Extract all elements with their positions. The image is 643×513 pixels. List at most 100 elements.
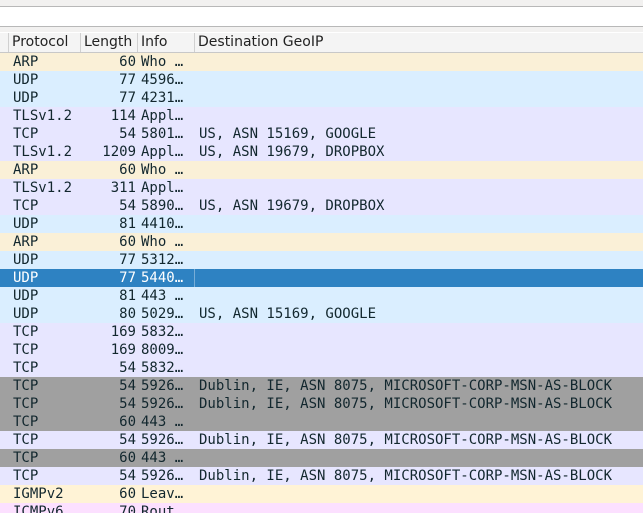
packet-row[interactable]: TCP 54 5926… Dublin, IE, ASN 8075, MICROSOF…	[0, 467, 643, 485]
packet-row[interactable]: UDP 77 5312…	[0, 251, 643, 269]
packet-row[interactable]: TCP 54 5926… Dublin, IE, ASN 8075, MICROSOF…	[0, 431, 643, 449]
packet-row-selected[interactable]: UDP 77 5440…	[0, 269, 643, 287]
packet-destination-geoip	[199, 503, 643, 513]
column-header-length[interactable]: Length	[81, 33, 138, 52]
packet-info: 5832…	[141, 324, 184, 340]
packet-row[interactable]: TCP 60 443 …	[0, 449, 643, 467]
packet-destination-geoip	[199, 71, 643, 89]
packet-row[interactable]: UDP 81 443 …	[0, 287, 643, 305]
packet-destination-geoip	[199, 287, 643, 305]
packet-protocol: UDP	[13, 216, 39, 232]
packet-row[interactable]: UDP 81 4410…	[0, 215, 643, 233]
packet-list-header: Protocol Length Info Destination GeoIP	[0, 33, 643, 53]
packet-length: 311	[110, 180, 136, 196]
packet-protocol: TCP	[13, 468, 39, 484]
packet-protocol: TCP	[13, 378, 39, 394]
packet-protocol: TCP	[13, 324, 39, 340]
packet-length: 54	[119, 468, 136, 484]
column-header-stub[interactable]	[0, 33, 9, 52]
packet-row[interactable]: TCP 54 5926… Dublin, IE, ASN 8075, MICROSOF…	[0, 395, 643, 413]
column-header-protocol[interactable]: Protocol	[9, 33, 81, 52]
packet-protocol: UDP	[13, 72, 39, 88]
packet-row[interactable]: ARP 60 Who …	[0, 53, 643, 71]
packet-destination-geoip	[199, 323, 643, 341]
packet-row[interactable]: ICMPv6 70 Rout…	[0, 503, 643, 513]
packet-row[interactable]: TLSv1.2 311 Appl…	[0, 179, 643, 197]
packet-destination-geoip	[199, 413, 643, 431]
packet-length: 81	[119, 288, 136, 304]
packet-info: 4410…	[141, 216, 184, 232]
packet-row[interactable]: TCP 169 8009…	[0, 341, 643, 359]
packet-destination-geoip: Dublin, IE, ASN 8075, MICROSOFT-CORP-MSN…	[199, 378, 613, 394]
packet-protocol: TCP	[13, 432, 39, 448]
packet-protocol: UDP	[13, 306, 39, 322]
packet-row[interactable]: IGMPv2 60 Leav…	[0, 485, 643, 503]
packet-length: 54	[119, 198, 136, 214]
packet-info: 5440…	[141, 270, 184, 286]
packet-length: 60	[119, 162, 136, 178]
packet-length: 54	[119, 432, 136, 448]
packet-destination-geoip: Dublin, IE, ASN 8075, MICROSOFT-CORP-MSN…	[199, 432, 613, 448]
packet-destination-geoip: US, ASN 19679, DROPBOX	[199, 198, 385, 214]
packet-protocol: TCP	[13, 198, 39, 214]
packet-length: 60	[119, 414, 136, 430]
packet-info: 5890…	[141, 198, 184, 214]
packet-info: Appl…	[141, 108, 184, 124]
packet-info: 4231…	[141, 90, 184, 106]
packet-length: 54	[119, 126, 136, 142]
packet-protocol: IGMPv2	[13, 486, 64, 502]
packet-protocol: TCP	[13, 396, 39, 412]
packet-info: 443 …	[141, 288, 184, 304]
filter-toolbar-area	[0, 0, 643, 32]
packet-length: 114	[110, 108, 136, 124]
packet-info: Who …	[141, 234, 184, 250]
packet-protocol: UDP	[13, 90, 39, 106]
column-header-info[interactable]: Info	[138, 33, 195, 52]
packet-destination-geoip	[199, 233, 643, 251]
packet-destination-geoip: US, ASN 15169, GOOGLE	[199, 126, 377, 142]
packet-destination-geoip	[199, 341, 643, 359]
packet-length: 60	[119, 54, 136, 70]
packet-row[interactable]: TCP 60 443 …	[0, 413, 643, 431]
packet-protocol: TLSv1.2	[13, 144, 73, 160]
display-filter-bar[interactable]	[0, 7, 643, 26]
packet-protocol: ARP	[13, 234, 39, 250]
packet-length: 169	[110, 324, 136, 340]
packet-row[interactable]: ARP 60 Who …	[0, 161, 643, 179]
column-header-destination-geoip[interactable]: Destination GeoIP	[195, 33, 643, 52]
packet-row[interactable]: TCP 54 5801… US, ASN 15169, GOOGLE	[0, 125, 643, 143]
packet-row[interactable]: TLSv1.2 1209 Appl… US, ASN 19679, DROPBOX	[0, 143, 643, 161]
packet-protocol: TLSv1.2	[13, 108, 73, 124]
packet-destination-geoip	[199, 359, 643, 377]
packet-row[interactable]: UDP 80 5029… US, ASN 15169, GOOGLE	[0, 305, 643, 323]
packet-length: 169	[110, 342, 136, 358]
packet-row[interactable]: TCP 169 5832…	[0, 323, 643, 341]
packet-info: 5926…	[141, 378, 184, 394]
packet-row[interactable]: UDP 77 4596…	[0, 71, 643, 89]
packet-row[interactable]: TCP 54 5926… Dublin, IE, ASN 8075, MICROSOF…	[0, 377, 643, 395]
packet-row[interactable]: UDP 77 4231…	[0, 89, 643, 107]
packet-length: 70	[119, 504, 136, 513]
packet-protocol: ARP	[13, 162, 39, 178]
packet-protocol: TCP	[13, 360, 39, 376]
packet-info: 5312…	[141, 252, 184, 268]
packet-row[interactable]: ARP 60 Who …	[0, 233, 643, 251]
packet-length: 54	[119, 360, 136, 376]
packet-info: Leav…	[141, 486, 184, 502]
packet-info: 443 …	[141, 414, 184, 430]
packet-destination-geoip	[199, 161, 643, 179]
packet-row[interactable]: TCP 54 5890… US, ASN 19679, DROPBOX	[0, 197, 643, 215]
packet-protocol: UDP	[13, 288, 39, 304]
packet-info: 5029…	[141, 306, 184, 322]
packet-length: 80	[119, 306, 136, 322]
packet-protocol: TCP	[13, 414, 39, 430]
packet-list[interactable]: ARP 60 Who … UDP 77 4596… UDP 77 4231… TLSv1.2 114…	[0, 53, 643, 513]
packet-length: 60	[119, 486, 136, 502]
packet-info: 443 …	[141, 450, 184, 466]
packet-info: 5926…	[141, 468, 184, 484]
packet-destination-geoip	[199, 89, 643, 107]
packet-row[interactable]: TLSv1.2 114 Appl…	[0, 107, 643, 125]
packet-protocol: ICMPv6	[13, 504, 64, 513]
packet-protocol: TCP	[13, 126, 39, 142]
packet-row[interactable]: TCP 54 5832…	[0, 359, 643, 377]
